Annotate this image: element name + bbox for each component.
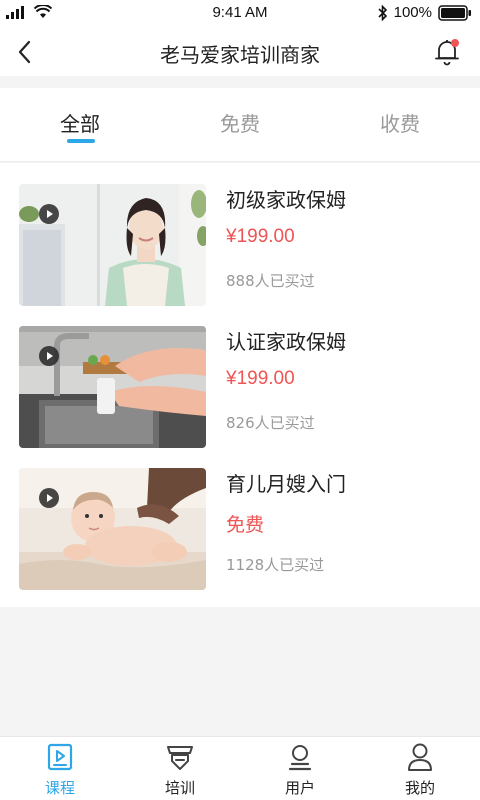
notification-dot bbox=[451, 39, 459, 47]
nav-label: 课程 bbox=[44, 779, 75, 797]
course-price: ¥199.00 bbox=[226, 368, 295, 389]
course-item[interactable]: 认证家政保姆 ¥199.00 826人已买过 bbox=[0, 326, 480, 452]
play-icon bbox=[39, 346, 59, 366]
tab-free[interactable]: 免费 bbox=[160, 108, 320, 137]
page-title: 老马爱家培训商家 bbox=[160, 43, 320, 67]
tab-paid[interactable]: 收费 bbox=[320, 108, 480, 137]
battery-icon bbox=[438, 4, 471, 21]
kitchen-sink-photo bbox=[19, 326, 206, 448]
battery-percent: 100% bbox=[393, 4, 432, 21]
tab-all[interactable]: 全部 bbox=[0, 108, 160, 137]
play-icon bbox=[47, 743, 73, 771]
course-title: 初级家政保姆 bbox=[226, 188, 346, 212]
active-tab-indicator bbox=[67, 139, 95, 143]
nav-courses[interactable]: 课程 bbox=[0, 737, 120, 800]
nav-label: 培训 bbox=[164, 779, 195, 797]
baby-photo bbox=[19, 468, 206, 590]
nav-bar: 老马爱家培训商家 bbox=[0, 28, 480, 76]
nav-users[interactable]: 用户 bbox=[240, 737, 360, 800]
course-item[interactable]: 初级家政保姆 ¥199.00 888人已买过 bbox=[0, 184, 480, 310]
course-thumbnail bbox=[19, 468, 206, 590]
users-icon bbox=[288, 745, 312, 771]
filter-tabs: 全部 免费 收费 bbox=[0, 88, 480, 162]
course-item[interactable]: 育儿月嫂入门 免费 1128人已买过 bbox=[0, 468, 480, 594]
course-price: ¥199.00 bbox=[226, 226, 295, 247]
course-sales: 826人已买过 bbox=[226, 414, 315, 432]
bell-icon bbox=[435, 39, 459, 66]
nav-training[interactable]: 培训 bbox=[120, 737, 240, 800]
chevron-left-icon bbox=[18, 40, 31, 64]
bottom-nav: 课程 培训 用户 我的 bbox=[0, 736, 480, 800]
status-right: 100% bbox=[378, 4, 472, 21]
nav-label: 我的 bbox=[404, 779, 435, 797]
course-sales: 1128人已买过 bbox=[226, 556, 325, 574]
course-title: 育儿月嫂入门 bbox=[226, 472, 346, 496]
nav-me[interactable]: 我的 bbox=[360, 737, 480, 800]
status-bar: 9:41 AM 100% bbox=[0, 0, 480, 28]
course-sales: 888人已买过 bbox=[226, 272, 315, 290]
play-icon bbox=[39, 204, 59, 224]
notification-button[interactable] bbox=[434, 38, 460, 66]
course-thumbnail bbox=[19, 326, 206, 448]
person-icon bbox=[408, 743, 432, 771]
nav-label: 用户 bbox=[284, 779, 315, 797]
back-button[interactable] bbox=[12, 38, 40, 66]
course-title: 认证家政保姆 bbox=[226, 330, 346, 354]
play-icon bbox=[39, 488, 59, 508]
bluetooth-icon bbox=[378, 4, 387, 21]
housekeeper-photo bbox=[19, 184, 206, 306]
course-thumbnail bbox=[19, 184, 206, 306]
course-price: 免费 bbox=[226, 515, 265, 536]
training-icon bbox=[167, 746, 193, 770]
course-list: 初级家政保姆 ¥199.00 888人已买过 认证家政保姆 ¥199.00 82… bbox=[0, 163, 480, 607]
